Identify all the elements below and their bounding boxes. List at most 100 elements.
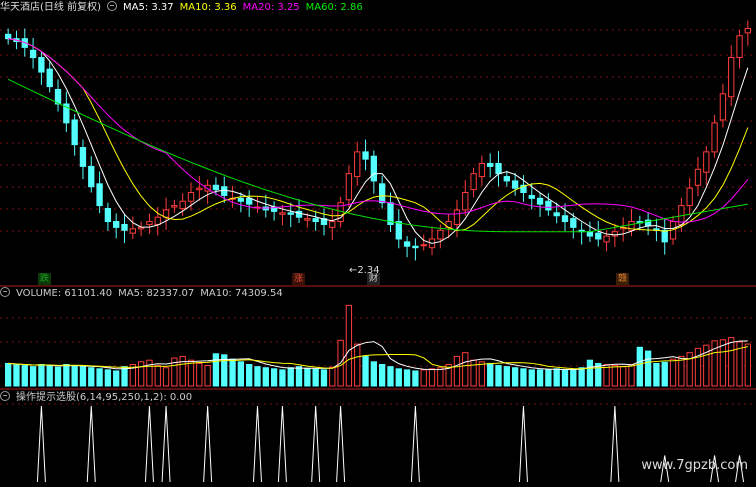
volume-bar-down [661,361,668,387]
volume-bar-down [378,364,386,387]
volume-bar-down [636,346,643,387]
volume-bar-down [21,365,28,387]
volume-bar-down [412,370,419,387]
volume-bar-up [154,365,161,387]
candle-down [212,184,220,191]
candle-up [453,209,461,225]
indicator-spike [311,405,321,483]
candle-up [736,35,743,59]
volume-bar-down [561,369,569,387]
candle-down [528,194,535,199]
collapse-circle-icon[interactable] [0,391,10,401]
indicator-spike [277,405,287,483]
indicator-value: : 0.00 [163,392,193,403]
volume-bar-down [13,364,20,387]
collapse-circle-icon[interactable] [106,1,117,11]
candle-up [354,151,361,178]
candle-down [96,183,103,207]
candle-down [503,176,510,182]
stock-chart-window: 华天酒店(日线 前复权) MA5: 3.37 MA10: 3.36 MA20: 3.2… [0,0,756,487]
volume-ma10-legend: MA10: 74309.54 [200,288,283,299]
indicator-spike [610,405,620,483]
volume-bar-down [71,365,78,387]
collapse-circle-icon[interactable] [0,287,10,297]
candle-up [719,93,727,121]
volume-bar-down [79,366,87,387]
candle-down [595,232,602,240]
candle-down [511,180,519,189]
candle-up [187,192,195,202]
volume-bar-down [237,361,245,387]
volume-bar-down [38,364,45,387]
volume-bar-down [246,364,253,387]
volume-bar-down [312,368,319,387]
candle-down [237,197,245,202]
candle-up [703,151,710,173]
volume-bar-down [370,361,378,387]
volume-bar-up [162,367,170,387]
candle-up [146,221,153,225]
ma60-legend: MA60: 2.86 [305,2,363,13]
volume-bar-down [29,366,37,387]
main-panel-header: 华天酒店(日线 前复权) MA5: 3.37 MA10: 3.36 MA20: 3.2… [0,1,369,14]
ma5-line [8,38,749,244]
candle-down [29,49,37,59]
candle-up [462,192,469,211]
volume-bar-down [279,369,286,387]
volume-bar-down [287,367,294,387]
candle-down [403,241,411,247]
volume-bar-up [694,347,702,387]
volume-bar-down [387,366,394,387]
candle-down [487,162,494,167]
candle-down [287,212,294,215]
volume-bar-down [487,362,494,387]
candle-down [71,119,78,146]
candle-up [304,218,311,221]
volume-bar-up [345,304,353,387]
volume-legend: VOLUME: 61101.40 [16,288,113,299]
volume-bar-down [295,366,303,387]
candle-down [88,165,95,188]
volume-bar-up [478,361,486,387]
candle-down [246,197,253,205]
volume-bar-down [644,350,652,387]
event-badge-up[interactable]: 涨 [292,273,306,285]
candle-down [545,200,552,211]
volume-bar-up [428,368,436,387]
volume-bar-up [744,343,752,387]
candle-up [603,235,610,243]
volume-bar-down [503,366,510,387]
volume-bar-down [4,362,12,387]
volume-bar-up [204,365,211,387]
candle-up [171,205,178,208]
volume-bar-up [329,366,336,387]
volume-bar-up [620,366,627,387]
candle-down [495,162,502,175]
ma5-legend: MA5: 3.37 [122,2,174,13]
indicator-spike [144,405,154,483]
volume-bar-up [678,355,685,387]
volume-panel-header: VOLUME: 61101.40 MA5: 82337.07 MA10: 74309… [0,287,289,300]
volume-bar-down [553,368,560,387]
volume-bar-down [212,353,220,387]
volume-bar-up [611,365,619,387]
volume-bar-up [354,343,361,387]
candle-up [437,229,444,240]
volume-bar-down [304,367,311,387]
volume-bar-down [570,369,577,387]
candle-down [561,215,569,223]
volume-bar-down [362,355,369,387]
indicator-panel-header: 操作提示选股(6,14,95,250,1,2): 0.00 [0,391,198,404]
candle-down [553,212,560,217]
volume-bar-up [669,358,677,387]
indicator-spike [36,405,46,483]
candle-up [179,200,186,209]
candle-down [121,223,128,231]
candle-up [611,231,619,237]
event-badge-region[interactable]: 赣 [616,273,630,285]
volume-bar-down [262,367,269,387]
event-badge-down[interactable]: 跌 [38,273,52,285]
volume-bar-down [320,369,328,387]
indicator-spike [410,405,420,483]
volume-bar-up [453,355,461,387]
